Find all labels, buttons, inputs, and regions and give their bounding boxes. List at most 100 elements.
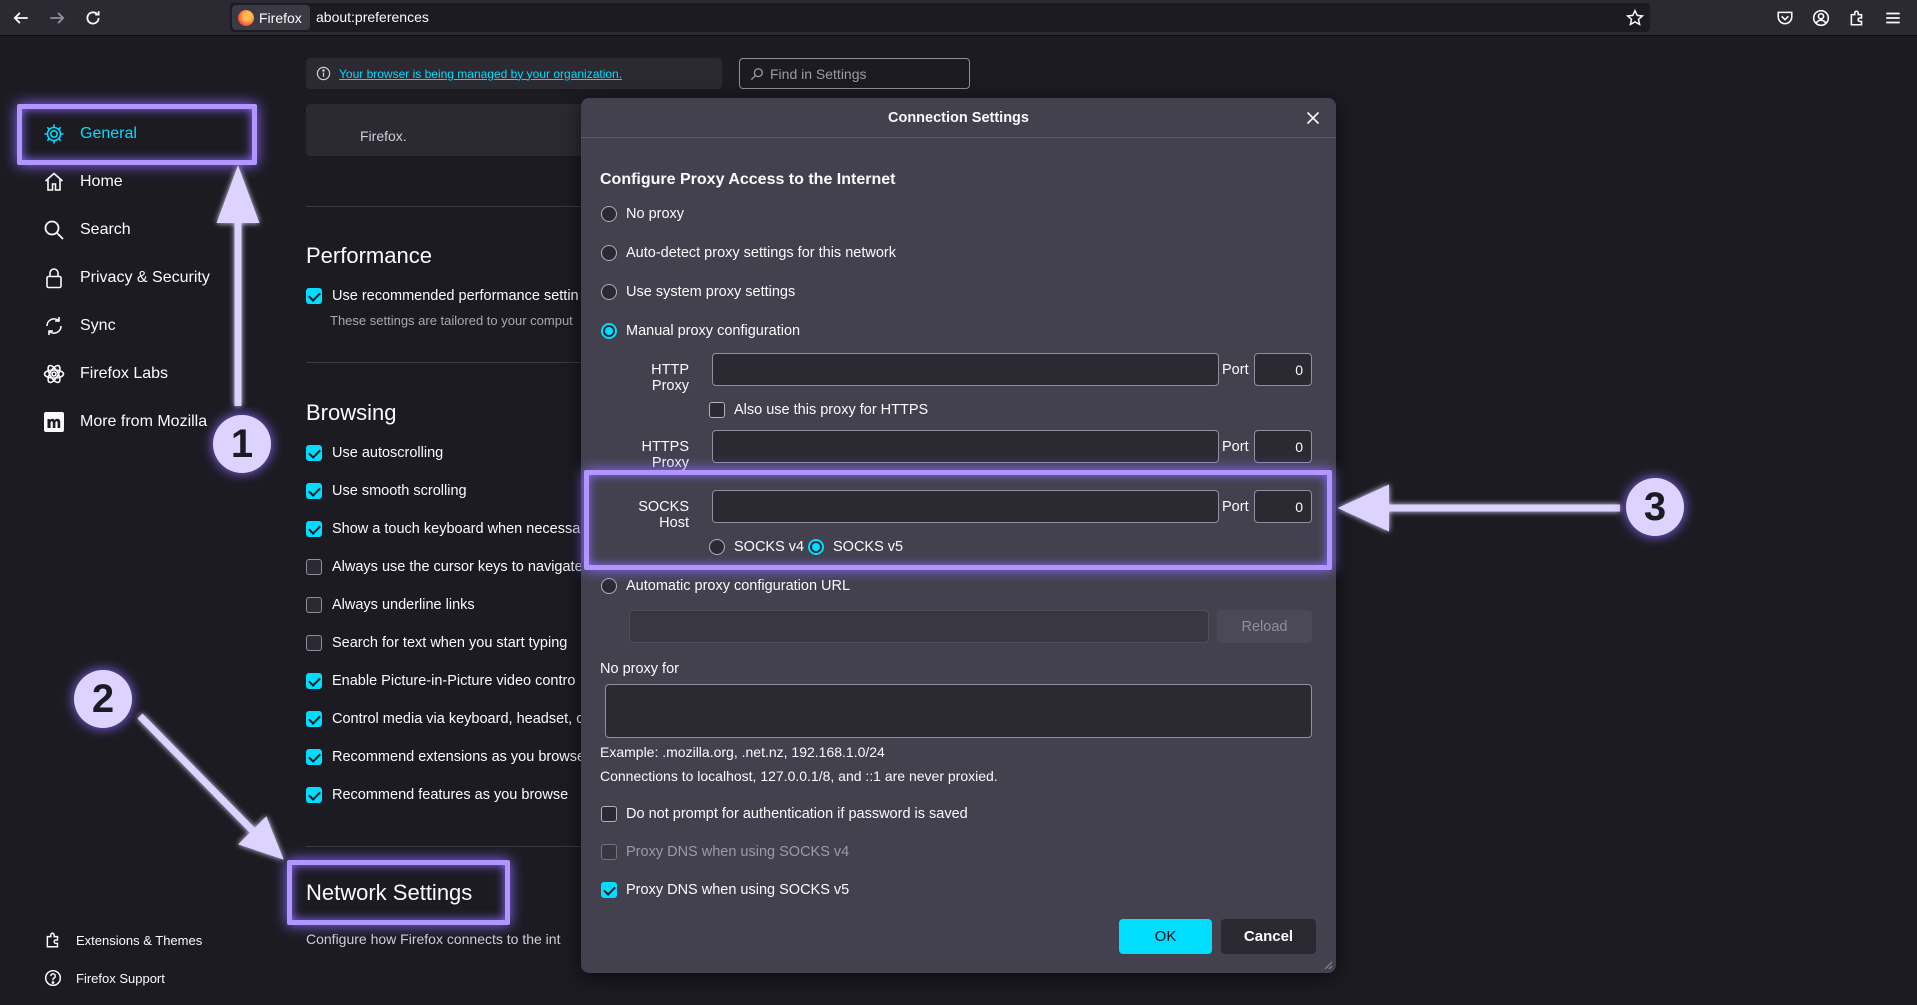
account-icon[interactable] [1809,6,1833,30]
pocket-icon[interactable] [1773,6,1797,30]
radio[interactable] [601,284,617,300]
annotation-badge-1: 1 [213,415,271,473]
https-proxy-input[interactable] [712,430,1219,463]
no-auth-prompt-option[interactable]: Do not prompt for authentication if pass… [601,804,968,824]
radio[interactable] [601,323,617,339]
auto-config-option[interactable]: Automatic proxy configuration URL [601,576,850,596]
checkbox[interactable] [306,445,322,461]
option-label: Enable Picture-in-Picture video contro [332,673,576,689]
checkbox[interactable] [601,882,617,898]
annotation-badge-2: 2 [74,670,132,728]
sidebar-item-firefox-labs[interactable]: Firefox Labs [42,358,168,390]
auto-config-url-input[interactable] [629,610,1209,643]
radio[interactable] [601,206,617,222]
port-label: Port [1222,362,1249,378]
checkbox[interactable] [306,559,322,575]
checkbox[interactable] [306,521,322,537]
search-icon [750,67,763,80]
bookmark-star-icon[interactable] [1623,6,1647,30]
performance-option[interactable]: Use recommended performance settin [306,286,579,306]
arrow-3-head [1337,484,1389,532]
resize-grip-icon[interactable] [1321,958,1333,970]
auto-detect-option[interactable]: Auto-detect proxy settings for this netw… [601,243,896,263]
highlight-general [17,104,257,165]
option-label: Show a touch keyboard when necessa [332,521,581,537]
ok-button[interactable]: OK [1119,919,1212,954]
sidebar-footer-label: Firefox Support [76,970,165,986]
proxy-dns-v5-option[interactable]: Proxy DNS when using SOCKS v5 [601,880,849,900]
sidebar-footer-extensions[interactable]: Extensions & Themes [44,931,202,949]
browsing-option[interactable]: Enable Picture-in-Picture video contro [306,671,575,691]
checkbox[interactable] [306,749,322,765]
system-proxy-option[interactable]: Use system proxy settings [601,282,795,302]
option-label: Always underline links [332,597,475,613]
option-label: Control media via keyboard, headset, c [332,711,584,727]
browsing-option[interactable]: Control media via keyboard, headset, c [306,709,583,729]
sidebar-item-label: Home [80,173,123,190]
http-port-input[interactable]: 0 [1254,353,1312,386]
highlight-socks-section [584,470,1332,570]
option-label: Automatic proxy configuration URL [626,578,851,594]
close-icon[interactable] [1302,107,1324,129]
option-label: Also use this proxy for HTTPS [734,402,929,418]
https-port-input[interactable]: 0 [1254,430,1312,463]
sidebar-item-label: Firefox Labs [80,365,169,382]
extensions-icon[interactable] [1845,6,1869,30]
checkbox[interactable] [306,483,322,499]
also-https-option[interactable]: Also use this proxy for HTTPS [709,400,928,420]
radio[interactable] [601,245,617,261]
browsing-option[interactable]: Recommend extensions as you browse [306,747,585,767]
http-proxy-input[interactable] [712,353,1219,386]
checkbox[interactable] [709,402,725,418]
managed-notice-link[interactable]: Your browser is being managed by your or… [339,67,622,81]
checkbox[interactable] [306,673,322,689]
cancel-button[interactable]: Cancel [1221,919,1316,954]
option-label: Recommend features as you browse [332,787,569,803]
sidebar-item-sync[interactable]: Sync [42,310,116,342]
browsing-option[interactable]: Always use the cursor keys to navigate [306,557,583,577]
sidebar-item-search[interactable]: Search [42,214,131,246]
browsing-option[interactable]: Recommend features as you browse [306,785,568,805]
partial-setting-box: Firefox. [306,104,606,156]
reload-button[interactable]: Reload [1217,610,1312,643]
browsing-option[interactable]: Show a touch keyboard when necessa [306,519,580,539]
browsing-option[interactable]: Use autoscrolling [306,443,443,463]
checkbox[interactable] [306,597,322,613]
url-bar[interactable] [230,3,1650,32]
checkbox[interactable] [601,806,617,822]
option-label: Auto-detect proxy settings for this netw… [626,245,896,261]
mozilla-icon [44,412,64,432]
managed-notice: Your browser is being managed by your or… [306,58,722,89]
find-in-settings-input[interactable]: Find in Settings [739,58,970,89]
sidebar-item-label: More from Mozilla [80,413,208,430]
menu-icon[interactable] [1881,6,1905,30]
identity-label: Firefox [259,9,302,26]
divider [306,206,596,207]
browsing-option[interactable]: Search for text when you start typing [306,633,567,653]
reload-icon[interactable] [81,6,105,30]
forward-icon[interactable] [45,6,69,30]
sidebar-footer-support[interactable]: Firefox Support [44,969,165,987]
divider [306,846,596,847]
radio[interactable] [601,578,617,594]
back-icon[interactable] [9,6,33,30]
checkbox[interactable] [306,787,322,803]
manual-proxy-option[interactable]: Manual proxy configuration [601,321,800,341]
arrow-1-head [216,165,260,223]
sidebar-item-privacy[interactable]: Privacy & Security [42,262,210,294]
no-proxy-option[interactable]: No proxy [601,204,684,224]
checkbox[interactable] [306,288,322,304]
sidebar-item-home[interactable]: Home [42,166,123,198]
network-settings-description: Configure how Firefox connects to the in… [306,931,561,947]
no-proxy-for-textarea[interactable] [605,684,1312,738]
arrow-2 [137,713,257,835]
checkbox[interactable] [306,711,322,727]
browsing-option[interactable]: Always underline links [306,595,475,615]
port-label: Port [1222,439,1249,455]
sidebar-item-more-from-mozilla[interactable]: More from Mozilla [42,406,207,438]
option-label: No proxy [626,206,685,222]
browsing-option[interactable]: Use smooth scrolling [306,481,467,501]
url-text[interactable]: about:preferences [316,9,429,25]
identity-box[interactable]: Firefox [232,5,310,30]
checkbox[interactable] [306,635,322,651]
